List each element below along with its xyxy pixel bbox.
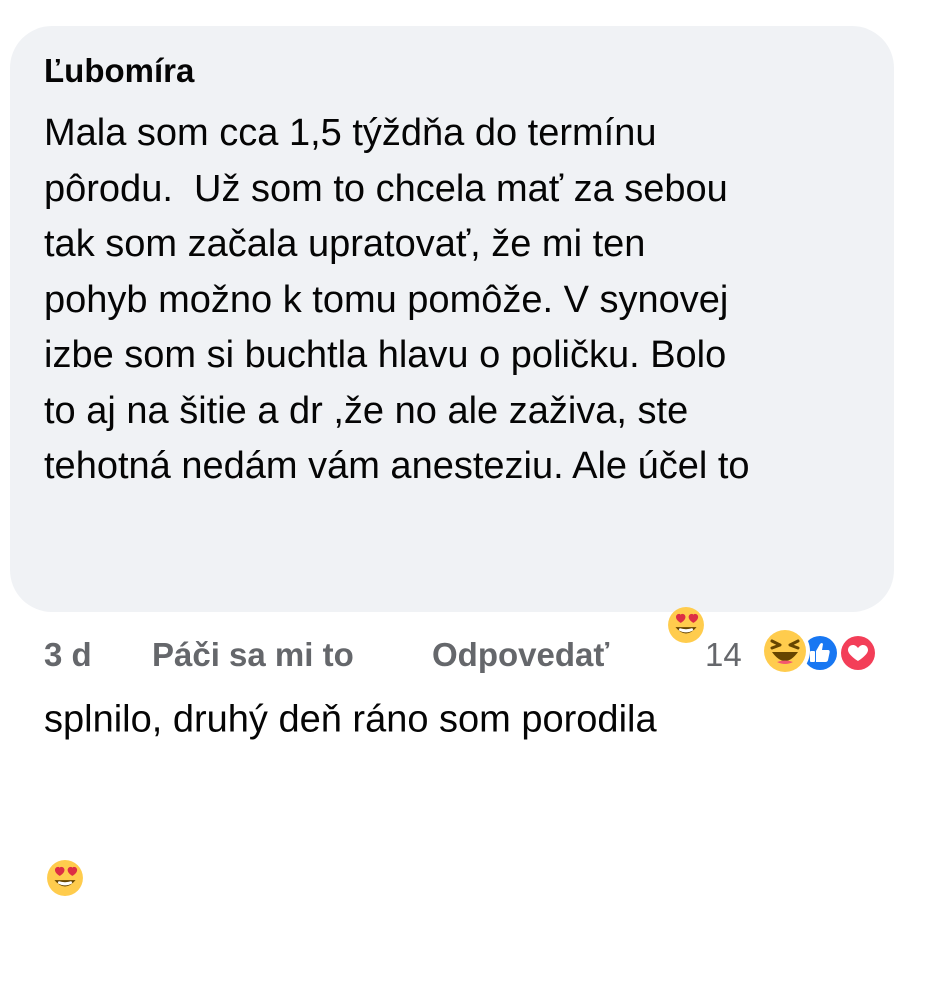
reactions-summary[interactable] [760,626,900,680]
comment-line: Mala som cca 1,5 týždňa do termínu [44,112,657,154]
comment-author[interactable]: Ľubomíra [44,52,194,90]
love-reaction-icon [838,633,878,673]
comment-bubble: Ľubomíra Mala som cca 1,5 týždňa do term… [10,26,894,896]
heart-eyes-emoji-icon [46,748,84,896]
comment-line: tehotná nedám vám anesteziu. Ale účel to [44,445,750,487]
comment-line-last: splnilo, druhý deň ráno som porodila [44,495,750,748]
comment-line: pôrodu. Už som to chcela mať za sebou [44,167,728,210]
like-button[interactable]: Páči sa mi to [152,630,354,680]
comment-line: to aj na šitie a dr ,že no ale zaživa, s… [44,389,689,432]
comment-line: izbe som si buchtla hlavu o poličku. Bol… [44,334,727,376]
reply-button[interactable]: Odpovedať [432,630,609,680]
comment-line: pohyb možno k tomu pomôže. V synovej [44,278,729,321]
comment-line-emoji [44,748,750,1001]
comment-line: tak som začala upratovať, že mi ten [44,223,646,265]
haha-reaction-icon [760,626,810,676]
comment-line-text: splnilo, druhý deň ráno som porodila [44,698,668,740]
comment-text: Mala som cca 1,5 týždňa do termínu pôrod… [44,106,750,1001]
reaction-count[interactable]: 14 [705,630,742,680]
comment-timestamp[interactable]: 3 d [44,630,92,680]
heart-eyes-emoji-icon [667,495,705,643]
